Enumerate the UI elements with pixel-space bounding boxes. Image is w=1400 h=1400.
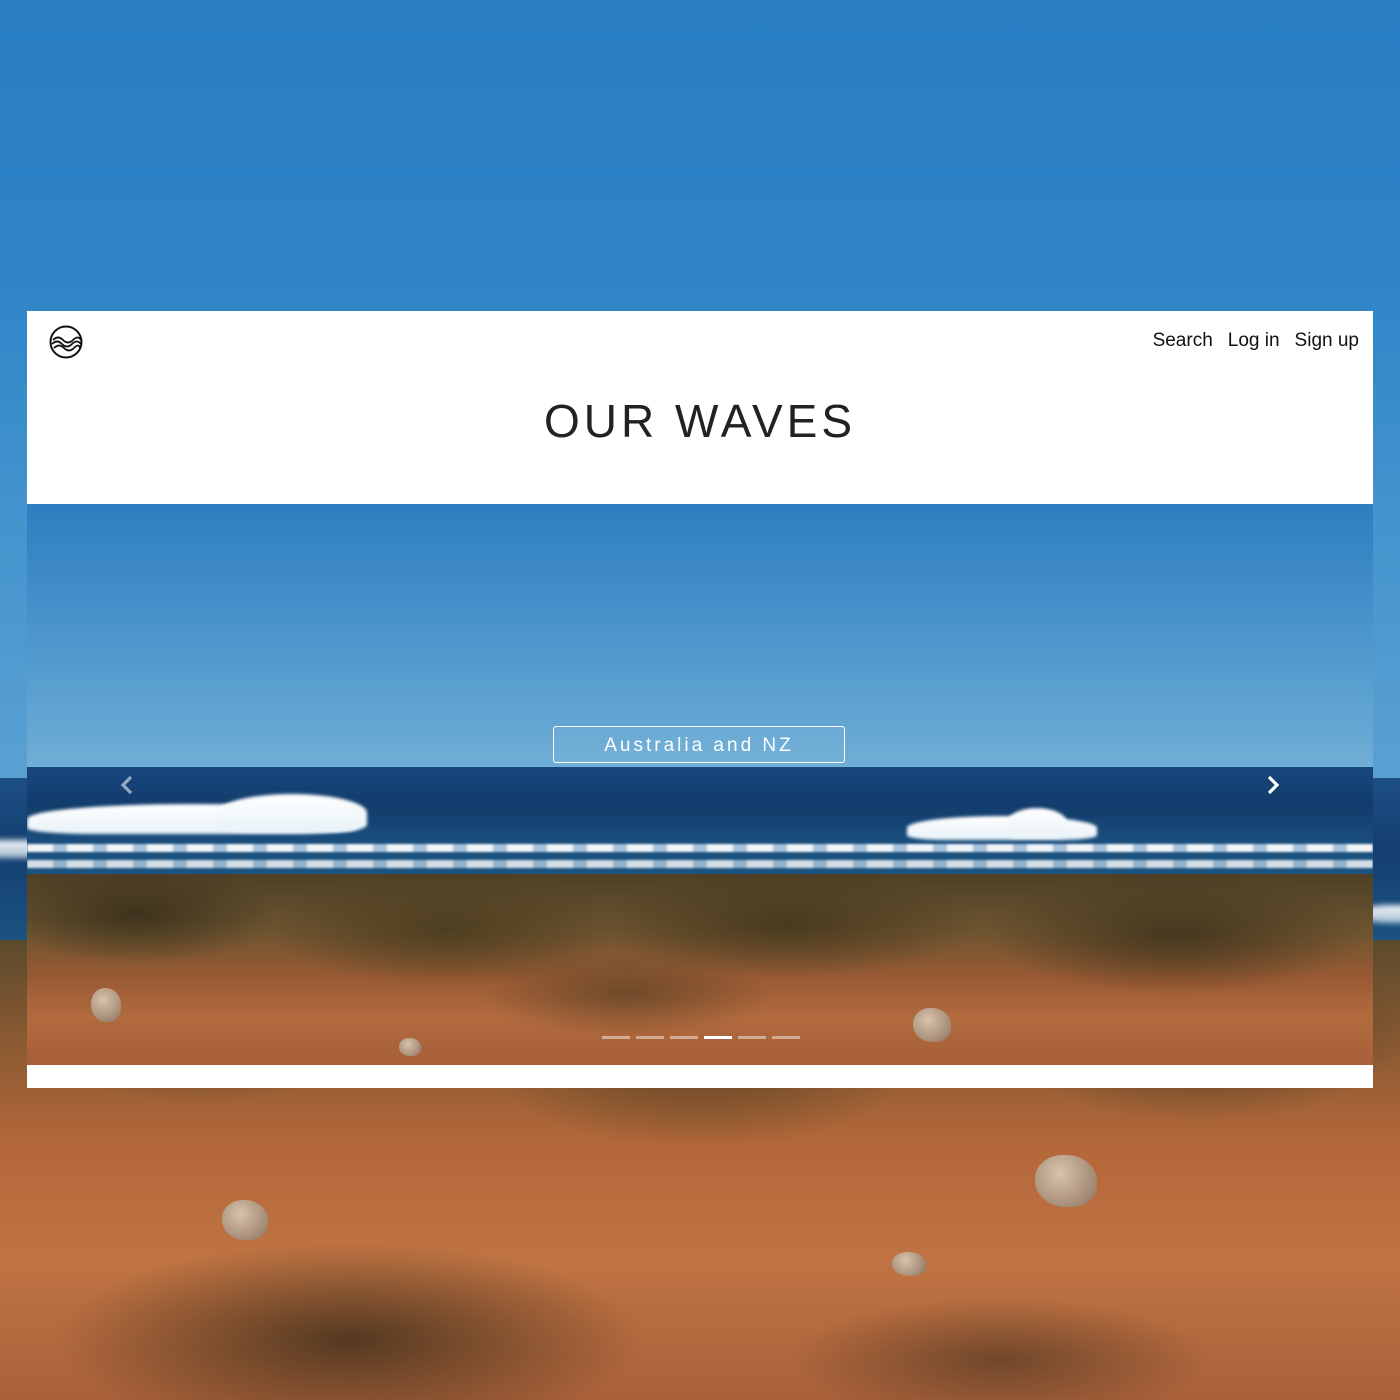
slide-wave-break (217, 794, 367, 832)
login-link[interactable]: Log in (1228, 330, 1280, 352)
slide-wave-break (907, 816, 1097, 840)
background-rock (892, 1252, 926, 1276)
slide-rock (913, 1008, 951, 1042)
carousel-indicator[interactable] (602, 1036, 630, 1039)
image-carousel[interactable]: Australia and NZ (27, 504, 1373, 1065)
slide-wave-break (1007, 808, 1067, 838)
background-rock (1035, 1155, 1097, 1207)
chevron-left-icon[interactable] (113, 770, 143, 800)
carousel-indicators (602, 1036, 800, 1039)
content-card: Search Log in Sign up OUR WAVES Australi… (27, 311, 1373, 1088)
slide-rock (399, 1038, 421, 1056)
top-navigation-bar: Search Log in Sign up (27, 311, 1373, 371)
waves-circle-logo-icon[interactable] (49, 325, 83, 359)
carousel-indicator[interactable] (636, 1036, 664, 1039)
signup-link[interactable]: Sign up (1295, 330, 1359, 352)
region-button[interactable]: Australia and NZ (553, 726, 845, 763)
carousel-indicator[interactable] (738, 1036, 766, 1039)
page-title: OUR WAVES (543, 395, 857, 447)
carousel-indicator[interactable] (772, 1036, 800, 1039)
slide-foam-line (27, 860, 1373, 868)
carousel-indicator[interactable] (670, 1036, 698, 1039)
main-nav: Search Log in Sign up (1153, 330, 1359, 352)
search-link[interactable]: Search (1153, 330, 1213, 352)
carousel-indicator-active[interactable] (704, 1036, 732, 1039)
chevron-right-icon[interactable] (1257, 770, 1287, 800)
slide-foam-line (27, 844, 1373, 852)
background-rock (222, 1200, 268, 1240)
slide-rock (91, 988, 121, 1022)
